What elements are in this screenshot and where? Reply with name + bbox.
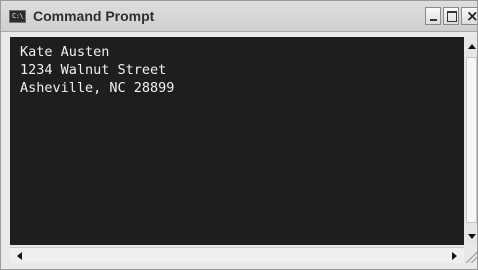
console-line: Kate Austen [20,44,110,60]
vertical-scroll-thumb[interactable] [466,57,477,223]
console-line: 1234 Walnut Street [20,62,167,78]
scroll-down-arrow-icon[interactable] [464,229,477,244]
close-button[interactable]: × [461,7,478,25]
minimize-button[interactable] [425,7,441,25]
maximize-button[interactable] [443,7,459,25]
scroll-right-arrow-icon[interactable] [447,248,462,263]
horizontal-scrollbar[interactable] [10,247,464,263]
console-app-icon: C:\ [9,10,26,23]
scroll-up-arrow-icon[interactable] [464,40,477,55]
resize-grip-icon[interactable] [464,247,477,263]
console-line: Asheville, NC 28899 [20,80,175,96]
vertical-scrollbar[interactable] [464,37,477,245]
close-icon: × [466,7,478,25]
command-prompt-window: C:\ Command Prompt × Kate Austen 1234 Wa… [0,0,478,270]
scroll-left-arrow-icon[interactable] [12,248,27,263]
console-output[interactable]: Kate Austen 1234 Walnut Street Asheville… [10,37,464,245]
title-bar[interactable]: C:\ Command Prompt × [1,1,478,32]
window-title: Command Prompt [33,8,155,24]
